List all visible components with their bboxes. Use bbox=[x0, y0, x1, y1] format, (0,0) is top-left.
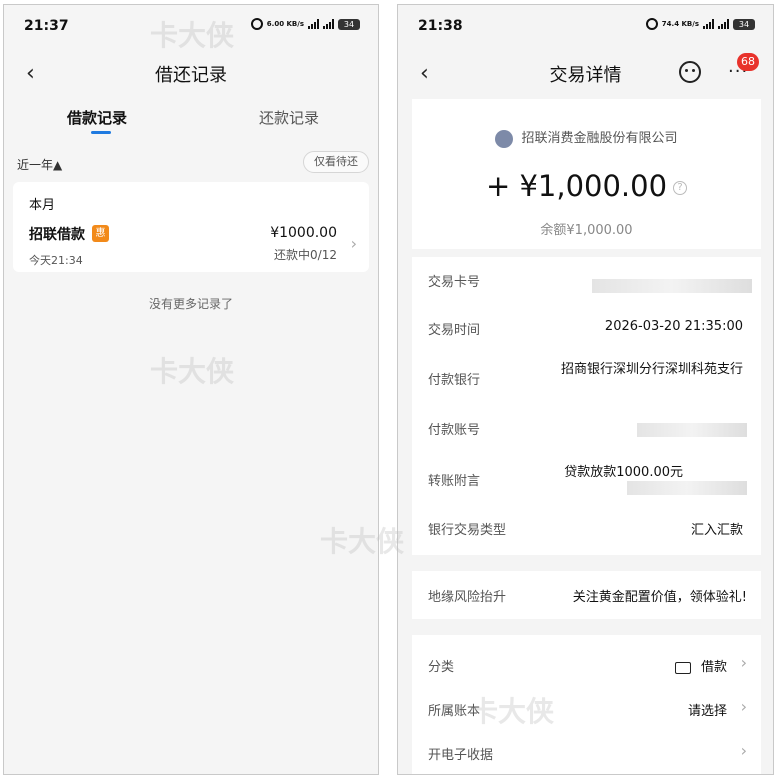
transaction-detail-screen: 21:38 74.4 KB/s 34 ‹ 交易详情 ··· 68 招联消费金融股… bbox=[397, 4, 774, 775]
merchant-row: 招联消费金融股份有限公司 bbox=[412, 127, 761, 148]
status-icons: 6.00 KB/s 34 bbox=[250, 18, 360, 30]
category-icon bbox=[674, 661, 691, 674]
tab-indicator bbox=[91, 131, 111, 134]
nav-bar: ‹ 交易详情 bbox=[398, 49, 773, 97]
detail-row: 付款账号 bbox=[412, 405, 761, 453]
filter-row: 近一年▲ 仅看待还 bbox=[4, 149, 378, 181]
status-icons: 74.4 KB/s 34 bbox=[645, 18, 755, 30]
meta-label: 开电子收据 bbox=[428, 748, 494, 763]
loan-date: 今天21:34 bbox=[29, 254, 83, 267]
signal-icon bbox=[308, 19, 319, 29]
detail-value: 2026-03-20 21:35:00 bbox=[604, 319, 743, 334]
detail-value: 汇入汇款 bbox=[690, 523, 743, 538]
detail-row: 银行交易类型 汇入汇款 bbox=[412, 505, 761, 553]
chevron-right-icon: › bbox=[740, 741, 747, 760]
promo-text: 关注黄金配置价值，领体验礼! bbox=[572, 590, 747, 605]
detail-label: 交易卡号 bbox=[428, 275, 481, 290]
chevron-right-icon: › bbox=[740, 653, 747, 672]
detail-row: 转账附言 贷款放款1000.00元 bbox=[412, 453, 761, 505]
range-filter[interactable]: 近一年▲ bbox=[17, 156, 62, 173]
balance: 余额¥1,000.00 bbox=[540, 223, 633, 238]
alarm-icon bbox=[250, 18, 263, 30]
masked-account-number bbox=[637, 423, 747, 437]
tab-loan-records[interactable]: 借款记录 bbox=[67, 107, 127, 128]
net-speed: 6.00 KB/s bbox=[266, 19, 304, 28]
detail-row: 交易时间 2026-03-20 21:35:00 bbox=[412, 305, 761, 353]
page-title: 交易详情 bbox=[549, 65, 622, 86]
merchant-name: 招联消费金融股份有限公司 bbox=[521, 131, 678, 146]
alarm-icon bbox=[645, 18, 658, 30]
tab-bar: 借款记录 还款记录 bbox=[4, 99, 378, 139]
loan-record-card[interactable]: 本月 招联借款 惠 今天21:34 ¥1000.00 还款中0/12 › bbox=[13, 182, 369, 272]
amount-row: + ¥1,000.00? bbox=[412, 169, 761, 203]
notification-badge: 68 bbox=[737, 53, 759, 71]
detail-row: 付款银行 招商银行深圳分行深圳科苑支行 bbox=[412, 353, 761, 405]
signal-icon bbox=[323, 19, 334, 29]
status-time: 21:38 bbox=[418, 18, 463, 34]
loan-name: 招联借款 bbox=[29, 227, 85, 243]
meta-label: 分类 bbox=[428, 660, 455, 675]
loan-amount: ¥1000.00 bbox=[270, 225, 337, 241]
status-bar: 21:37 6.00 KB/s 34 bbox=[4, 5, 378, 45]
signal-icon bbox=[703, 19, 714, 29]
detail-label: 银行交易类型 bbox=[428, 523, 507, 538]
meta-value: 请选择 bbox=[687, 704, 727, 719]
chevron-right-icon: › bbox=[350, 234, 357, 253]
battery-icon: 34 bbox=[733, 18, 755, 30]
page-title: 借还记录 bbox=[155, 65, 227, 86]
customer-service-icon[interactable] bbox=[679, 61, 701, 83]
pending-only-button[interactable]: 仅看待还 bbox=[303, 151, 369, 173]
battery-icon: 34 bbox=[338, 18, 360, 30]
transaction-meta: 分类 借款 › 所属账本 请选择 › 开电子收据 › bbox=[412, 635, 761, 774]
meta-label: 所属账本 bbox=[428, 704, 481, 719]
status-time: 21:37 bbox=[24, 18, 69, 34]
signal-icon bbox=[718, 19, 729, 29]
receipt-row[interactable]: 开电子收据 › bbox=[412, 729, 761, 773]
ledger-row[interactable]: 所属账本 请选择 › bbox=[412, 685, 761, 729]
masked-remark bbox=[627, 481, 747, 495]
meta-value-wrap: 借款 bbox=[674, 656, 727, 675]
tab-repayment-records[interactable]: 还款记录 bbox=[259, 107, 319, 128]
detail-label: 付款账号 bbox=[428, 423, 481, 438]
transaction-summary: 招联消费金融股份有限公司 + ¥1,000.00? 余额¥1,000.00 bbox=[412, 99, 761, 249]
month-label: 本月 bbox=[29, 198, 56, 213]
transaction-details: 交易卡号 交易时间 2026-03-20 21:35:00 付款银行 招商银行深… bbox=[412, 257, 761, 555]
category-row[interactable]: 分类 借款 › bbox=[412, 641, 761, 685]
merchant-avatar bbox=[495, 129, 514, 148]
promo-banner[interactable]: 地缘风险抬升 关注黄金配置价值，领体验礼! bbox=[412, 571, 761, 619]
detail-label: 转账附言 bbox=[428, 474, 481, 489]
loan-records-screen: 21:37 6.00 KB/s 34 ‹ 借还记录 借款记录 还款记录 近一年▲… bbox=[3, 4, 379, 775]
net-speed: 74.4 KB/s bbox=[661, 19, 699, 28]
detail-value: 招商银行深圳分行深圳科苑支行 bbox=[560, 362, 743, 377]
meta-value: 借款 bbox=[700, 660, 727, 675]
masked-card-number bbox=[592, 279, 752, 293]
detail-value: 贷款放款1000.00元 bbox=[564, 465, 683, 480]
detail-label: 交易时间 bbox=[428, 323, 481, 338]
transaction-amount: + ¥1,000.00 bbox=[485, 169, 668, 203]
promo-label: 地缘风险抬升 bbox=[428, 590, 507, 605]
detail-row: 交易卡号 bbox=[412, 257, 761, 305]
chevron-right-icon: › bbox=[740, 697, 747, 716]
help-icon[interactable]: ? bbox=[673, 181, 688, 195]
status-bar: 21:38 74.4 KB/s 34 bbox=[398, 5, 773, 45]
detail-label: 付款银行 bbox=[428, 373, 481, 388]
no-more-records: 没有更多记录了 bbox=[148, 297, 233, 311]
nav-bar: ‹ 借还记录 bbox=[4, 49, 378, 97]
repayment-status: 还款中0/12 bbox=[274, 248, 337, 262]
discount-tag: 惠 bbox=[92, 225, 109, 242]
